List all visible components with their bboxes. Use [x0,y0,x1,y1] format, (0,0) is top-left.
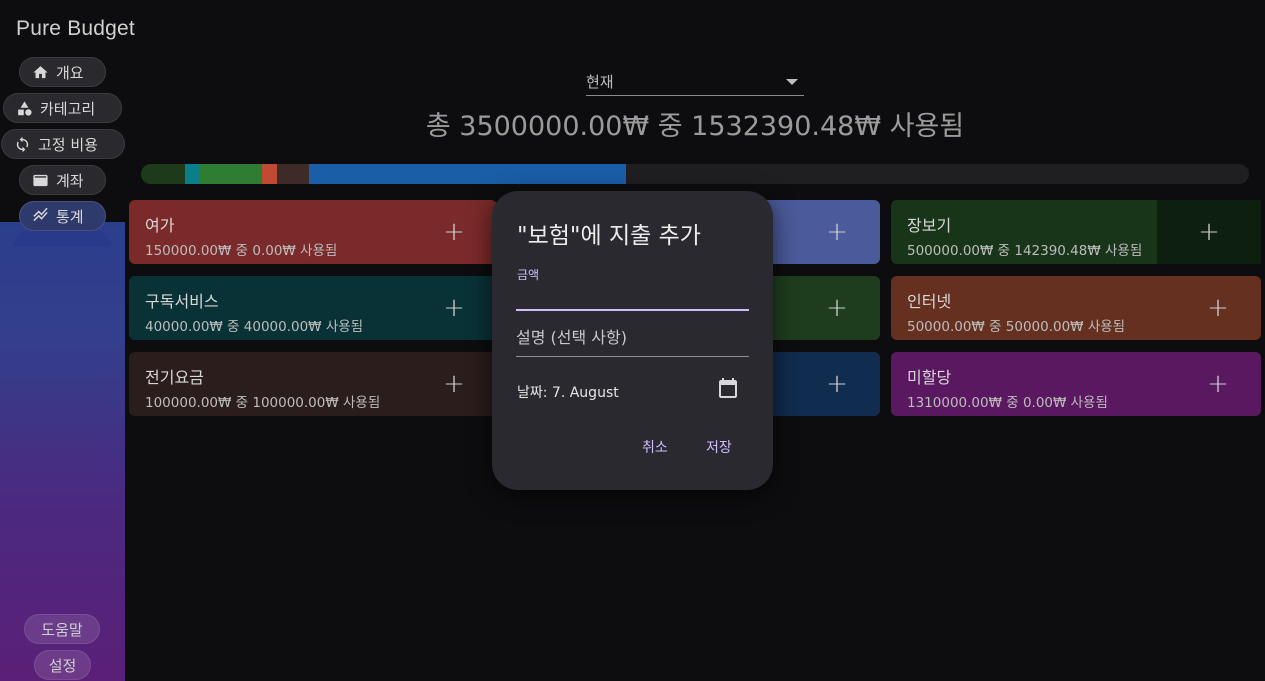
add-expense-button[interactable]: + [1157,200,1261,264]
date-label: 날짜: 7. August [517,385,619,401]
wallet-icon [33,174,48,186]
nav-accounts-button[interactable]: 계좌 [19,165,106,195]
chevron-down-icon [786,78,798,85]
add-expense-button[interactable]: + [411,200,497,264]
period-select-value: 현재 [586,73,614,91]
period-select[interactable]: 현재 [586,68,804,96]
category-card[interactable]: 장보기 500000.00₩ 중 142390.48₩ 사용됨 + [891,200,1261,264]
help-button[interactable]: 도움말 [24,614,100,644]
home-icon [33,65,48,78]
settings-button[interactable]: 설정 [34,650,91,680]
cancel-button[interactable]: 취소 [642,437,668,457]
category-card[interactable]: 인터넷 50000.00₩ 중 50000.00₩ 사용됨 + [891,276,1261,340]
nav-stats-label: 통계 [56,207,84,226]
description-input[interactable] [516,319,749,357]
add-expense-dialog: "보험"에 지출 추가 금액 날짜: 7. August 취소 저장 [492,191,773,490]
add-expense-button[interactable]: + [794,276,880,340]
nav-overview-label: 개요 [56,63,84,82]
nav-accounts-label: 계좌 [56,171,84,190]
budget-bar-segment [185,164,199,184]
budget-progress-bar [141,164,1249,184]
budget-bar-segment [198,164,262,184]
category-card[interactable]: 여가 150000.00₩ 중 0.00₩ 사용됨 + [129,200,497,264]
app-title: Pure Budget [16,17,135,40]
budget-bar-segment [141,164,186,184]
add-expense-button[interactable]: + [794,200,880,264]
budget-bar-segment [277,164,310,184]
add-expense-button[interactable]: + [1175,276,1261,340]
chart-line-icon [33,207,48,221]
date-picker-button[interactable] [716,377,740,401]
amount-label: 금액 [517,268,540,282]
category-card[interactable]: 미할당 1310000.00₩ 중 0.00₩ 사용됨 + [891,352,1261,416]
add-expense-button[interactable]: + [1175,352,1261,416]
dialog-title: "보험"에 지출 추가 [517,223,701,249]
add-expense-button[interactable]: + [794,352,880,416]
save-button[interactable]: 저장 [706,437,732,457]
budget-bar-segment [309,164,627,184]
calendar-icon [719,378,737,398]
nav-overview-button[interactable]: 개요 [19,57,106,87]
add-expense-button[interactable]: + [411,276,497,340]
category-card[interactable]: 구독서비스 40000.00₩ 중 40000.00₩ 사용됨 + [129,276,497,340]
sidebar-decoration [0,216,125,681]
amount-input[interactable] [516,283,749,311]
app-window: Pure Budget 개요 카테고리 고정 비용 계좌 통계 도움말 설정 현… [0,0,1265,681]
nav-stats-button[interactable]: 통계 [19,201,106,231]
add-expense-button[interactable]: + [411,352,497,416]
budget-summary: 총 3500000.00₩ 중 1532390.48₩ 사용됨 [425,111,965,142]
category-card[interactable]: 전기요금 100000.00₩ 중 100000.00₩ 사용됨 + [129,352,497,416]
budget-bar-segment [261,164,278,184]
